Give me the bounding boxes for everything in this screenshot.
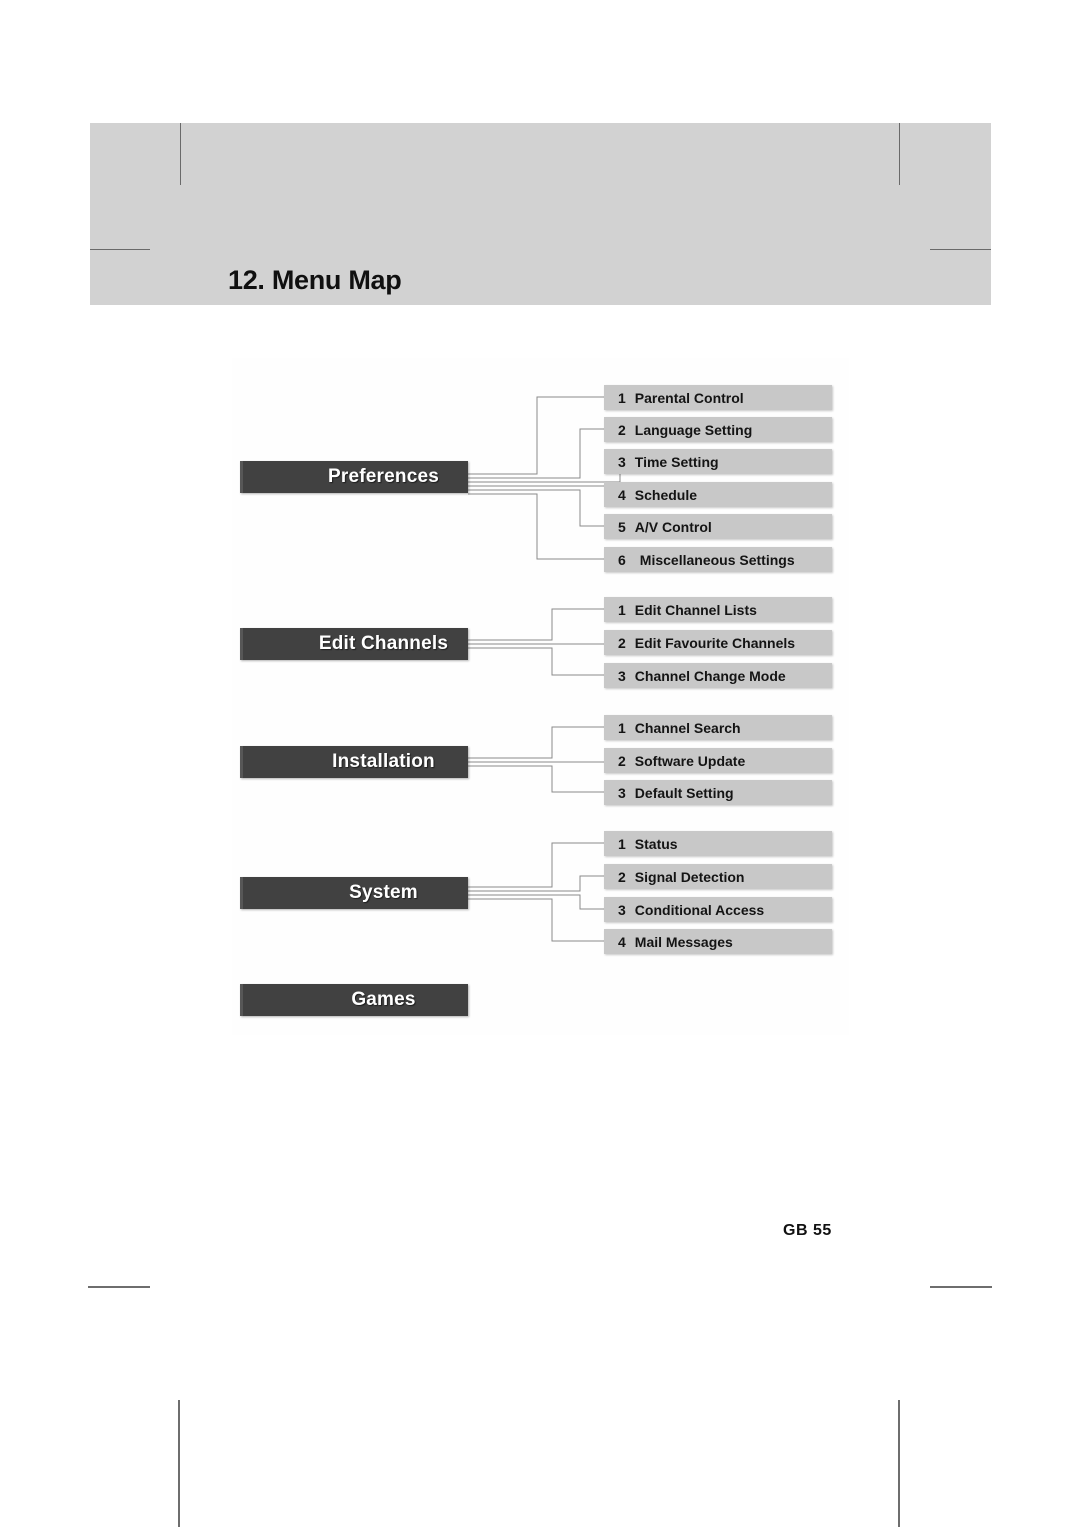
menu-item-conditional-access[interactable]: 3 Conditional Access: [604, 897, 832, 922]
menu-item-default-setting[interactable]: 3 Default Setting: [604, 780, 832, 805]
menu-item-parental-control[interactable]: 1 Parental Control: [604, 385, 832, 410]
menu-item-channel-search[interactable]: 1 Channel Search: [604, 715, 832, 740]
menu-item-signal-detection[interactable]: 2 Signal Detection: [604, 864, 832, 889]
menu-item-miscellaneous-settings[interactable]: 6 Miscellaneous Settings: [604, 547, 832, 572]
menu-group-label: Installation: [332, 751, 435, 772]
menu-item-label: Signal Detection: [634, 868, 745, 885]
menu-item-index: 6: [618, 551, 626, 568]
menu-item-mail-messages[interactable]: 4 Mail Messages: [604, 929, 832, 954]
crop-mark-bottom-left-horizontal: [88, 1286, 150, 1288]
menu-group-label: Games: [351, 989, 416, 1010]
menu-item-software-update[interactable]: 2 Software Update: [604, 748, 832, 773]
menu-item-status[interactable]: 1 Status: [604, 831, 832, 856]
menu-item-label: Default Setting: [634, 784, 734, 801]
menu-item-label: Mail Messages: [634, 933, 733, 950]
menu-group-games[interactable]: Games: [240, 984, 468, 1016]
header-band: [90, 123, 991, 305]
menu-item-index: 2: [618, 634, 626, 651]
header-rule-left: [180, 123, 181, 185]
menu-item-label: Schedule: [634, 486, 698, 503]
menu-item-index: 5: [618, 518, 626, 535]
menu-group-label: Preferences: [328, 466, 439, 487]
menu-item-label: Edit Favourite Channels: [634, 634, 796, 651]
footer-page-number: GB 55: [783, 1222, 832, 1239]
menu-group-label: System: [349, 882, 418, 903]
page-title: 12. Menu Map: [228, 265, 402, 295]
menu-item-label: A/V Control: [634, 518, 712, 535]
menu-item-index: 2: [618, 868, 626, 885]
menu-item-index: 4: [618, 486, 626, 503]
crop-mark-bottom-right-vertical: [898, 1400, 900, 1527]
menu-item-label: Status: [634, 835, 678, 852]
crop-mark-bottom-left-vertical: [178, 1400, 180, 1527]
crop-mark-bottom-right-horizontal: [930, 1286, 992, 1288]
menu-item-index: 4: [618, 933, 626, 950]
menu-item-av-control[interactable]: 5 A/V Control: [604, 514, 832, 539]
menu-item-index: 1: [618, 835, 626, 852]
menu-map-diagram: Preferences 1 Parental Control 2 Languag…: [232, 358, 849, 1035]
menu-item-index: 1: [618, 601, 626, 618]
menu-item-edit-favourite-channels[interactable]: 2 Edit Favourite Channels: [604, 630, 832, 655]
menu-group-edit-channels[interactable]: Edit Channels: [240, 628, 468, 660]
menu-item-index: 3: [618, 453, 626, 470]
menu-group-preferences[interactable]: Preferences: [240, 461, 468, 493]
menu-group-installation[interactable]: Installation: [240, 746, 468, 778]
page-sheet: 12. Menu Map Preferences 1 Parental Cont…: [0, 0, 1080, 1527]
menu-item-index: 3: [618, 667, 626, 684]
menu-item-label: Language Setting: [634, 421, 753, 438]
menu-item-label: Edit Channel Lists: [634, 601, 757, 618]
menu-item-index: 1: [618, 719, 626, 736]
menu-item-label: Time Setting: [634, 453, 719, 470]
header-rule-horizontal-right: [930, 249, 991, 250]
menu-item-label: Channel Search: [634, 719, 741, 736]
menu-item-channel-change-mode[interactable]: 3 Channel Change Mode: [604, 663, 832, 688]
menu-item-index: 3: [618, 784, 626, 801]
menu-item-label: Software Update: [634, 752, 746, 769]
menu-item-time-setting[interactable]: 3 Time Setting: [604, 449, 832, 474]
menu-item-label: Miscellaneous Settings: [639, 551, 795, 568]
menu-item-label: Channel Change Mode: [634, 667, 786, 684]
menu-item-schedule[interactable]: 4 Schedule: [604, 482, 832, 507]
menu-group-label: Edit Channels: [318, 633, 449, 654]
menu-item-language-setting[interactable]: 2 Language Setting: [604, 417, 832, 442]
menu-item-index: 2: [618, 752, 626, 769]
menu-item-index: 2: [618, 421, 626, 438]
menu-item-index: 3: [618, 901, 626, 918]
menu-item-edit-channel-lists[interactable]: 1 Edit Channel Lists: [604, 597, 832, 622]
menu-group-system[interactable]: System: [240, 877, 468, 909]
menu-item-label: Parental Control: [634, 389, 744, 406]
header-rule-right: [899, 123, 900, 185]
menu-item-index: 1: [618, 389, 626, 406]
menu-item-label: Conditional Access: [634, 901, 765, 918]
header-rule-horizontal-left: [90, 249, 150, 250]
